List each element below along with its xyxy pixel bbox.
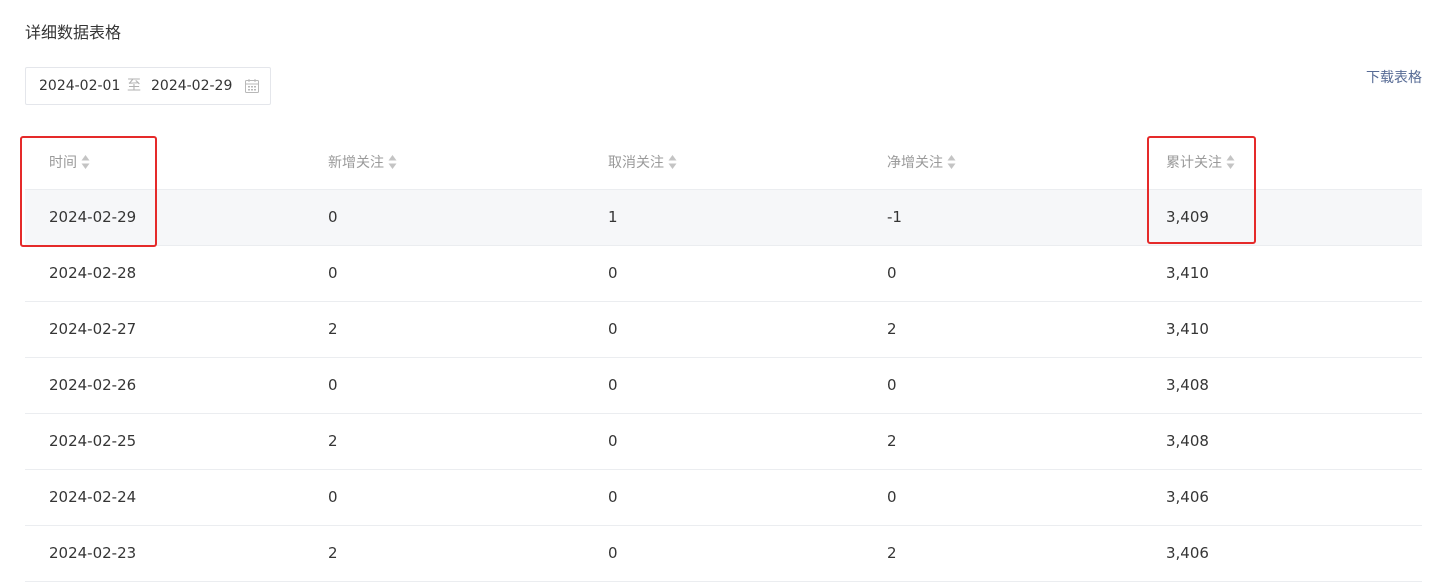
column-header-new-follows[interactable]: 新增关注 xyxy=(328,135,397,189)
table-cell: 2024-02-23 xyxy=(49,544,137,562)
table-cell: 2 xyxy=(887,544,897,562)
column-header-label: 时间 xyxy=(49,155,77,171)
column-header-label: 累计关注 xyxy=(1166,155,1222,171)
column-header-label: 取消关注 xyxy=(608,155,664,171)
sort-icon[interactable] xyxy=(668,154,677,170)
table-cell: 2024-02-28 xyxy=(49,264,137,282)
table-cell: 0 xyxy=(328,264,338,282)
table-cell: 0 xyxy=(328,376,338,394)
table-row[interactable]: 2024-02-28 0 0 0 3,410 xyxy=(25,246,1422,302)
table-cell: 0 xyxy=(608,264,618,282)
table-cell: 3,410 xyxy=(1166,320,1209,338)
table-row[interactable]: 2024-02-25 2 0 2 3,408 xyxy=(25,414,1422,470)
table-cell: 0 xyxy=(328,208,338,226)
date-separator: 至 xyxy=(127,78,141,94)
table-cell: 2024-02-27 xyxy=(49,320,137,338)
table-cell: 0 xyxy=(887,264,897,282)
table-cell: 2024-02-26 xyxy=(49,376,137,394)
table-cell: 1 xyxy=(608,208,618,226)
table-cell: 0 xyxy=(328,488,338,506)
column-header-total-follows[interactable]: 累计关注 xyxy=(1166,135,1235,189)
table-cell: 2 xyxy=(887,432,897,450)
table-cell: 3,408 xyxy=(1166,376,1209,394)
date-end[interactable]: 2024-02-29 xyxy=(151,77,232,95)
table-cell: 0 xyxy=(887,488,897,506)
table-cell: 3,408 xyxy=(1166,432,1209,450)
table-cell: 3,406 xyxy=(1166,488,1209,506)
table-cell: 2024-02-25 xyxy=(49,432,137,450)
table-cell: 0 xyxy=(608,544,618,562)
section-title: 详细数据表格 xyxy=(25,23,122,42)
table-cell: 0 xyxy=(608,432,618,450)
table-cell: 3,406 xyxy=(1166,544,1209,562)
column-header-label: 新增关注 xyxy=(328,155,384,171)
date-start[interactable]: 2024-02-01 xyxy=(39,77,120,95)
calendar-icon[interactable] xyxy=(244,78,260,94)
sort-icon[interactable] xyxy=(1226,154,1235,170)
table-cell: 3,410 xyxy=(1166,264,1209,282)
download-table-link[interactable]: 下载表格 xyxy=(1366,68,1422,88)
sort-icon[interactable] xyxy=(947,154,956,170)
column-header-unfollows[interactable]: 取消关注 xyxy=(608,135,677,189)
column-header-time[interactable]: 时间 xyxy=(49,135,90,189)
sort-icon[interactable] xyxy=(388,154,397,170)
table-cell: 2024-02-24 xyxy=(49,488,137,506)
table-row[interactable]: 2024-02-29 0 1 -1 3,409 xyxy=(25,190,1422,246)
table-cell: 2 xyxy=(328,320,338,338)
table-row[interactable]: 2024-02-23 2 0 2 3,406 xyxy=(25,526,1422,582)
table-cell: 0 xyxy=(608,376,618,394)
column-header-label: 净增关注 xyxy=(887,155,943,171)
table-cell: 0 xyxy=(887,376,897,394)
sort-icon[interactable] xyxy=(81,154,90,170)
column-header-net-follows[interactable]: 净增关注 xyxy=(887,135,956,189)
data-table: 时间 新增关注 取消关注 净增关注 累计关注 2024-02-29 0 1 -1… xyxy=(25,135,1422,582)
table-cell: -1 xyxy=(887,208,902,226)
table-cell: 2 xyxy=(328,544,338,562)
date-range-picker[interactable]: 2024-02-01 至 2024-02-29 xyxy=(25,67,271,105)
table-row[interactable]: 2024-02-24 0 0 0 3,406 xyxy=(25,470,1422,526)
table-cell: 2 xyxy=(887,320,897,338)
table-cell: 2 xyxy=(328,432,338,450)
table-row[interactable]: 2024-02-26 0 0 0 3,408 xyxy=(25,358,1422,414)
table-header: 时间 新增关注 取消关注 净增关注 累计关注 xyxy=(25,135,1422,190)
table-row[interactable]: 2024-02-27 2 0 2 3,410 xyxy=(25,302,1422,358)
table-cell: 2024-02-29 xyxy=(49,208,137,226)
table-cell: 0 xyxy=(608,488,618,506)
table-cell: 3,409 xyxy=(1166,208,1209,226)
table-cell: 0 xyxy=(608,320,618,338)
